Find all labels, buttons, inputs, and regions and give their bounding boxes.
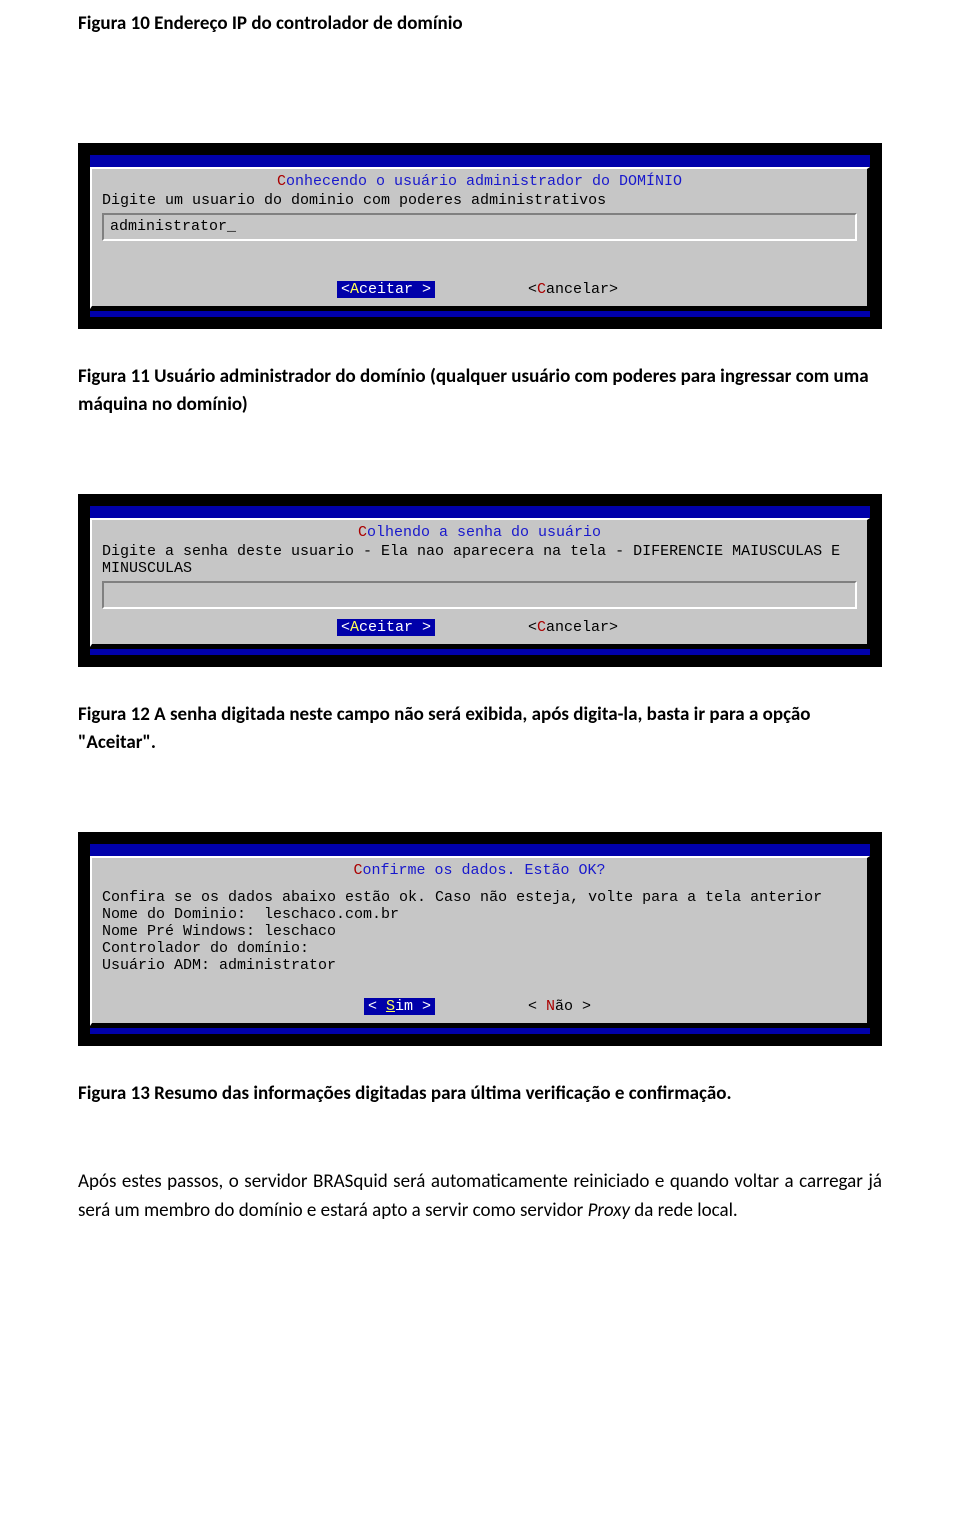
blue-bar — [90, 1028, 870, 1034]
no-button[interactable]: < Não > — [524, 998, 595, 1015]
admin-user-input[interactable]: administrator_ — [102, 213, 857, 241]
caption-fig12: Figura 12 A senha digitada neste campo n… — [0, 691, 960, 768]
dialog-title: Colhendo a senha do usuário — [102, 524, 857, 541]
cancel-button[interactable]: <Cancelar> — [524, 619, 622, 636]
terminal-dialog-1: Conhecendo o usuário administrador do DO… — [78, 143, 882, 329]
cancel-button[interactable]: <Cancelar> — [524, 281, 622, 298]
dialog-prompt: Digite um usuario do dominio com poderes… — [102, 192, 857, 209]
caption-fig13: Figura 13 Resumo das informações digitad… — [0, 1070, 960, 1119]
blue-bar — [90, 311, 870, 317]
dialog-prompt: Digite a senha deste usuario - Ela nao a… — [102, 543, 857, 577]
terminal-dialog-3: Confirme os dados. Estão OK? Confira se … — [78, 832, 882, 1046]
blue-bar — [90, 649, 870, 655]
caption-fig10: Figura 10 Endereço IP do controlador de … — [0, 0, 960, 49]
blue-bar — [90, 155, 870, 167]
blue-bar — [90, 506, 870, 518]
dialog-body: Confira se os dados abaixo estão ok. Cas… — [102, 889, 857, 974]
blue-bar — [90, 844, 870, 856]
caption-fig11: Figura 11 Usuário administrador do domín… — [0, 353, 960, 430]
accept-button[interactable]: <Aceitar > — [337, 281, 435, 298]
dialog-title: Conhecendo o usuário administrador do DO… — [102, 173, 857, 190]
yes-button[interactable]: < Sim > — [364, 998, 435, 1015]
final-paragraph: Após estes passos, o servidor BRASquid s… — [0, 1158, 960, 1235]
dialog-title: Confirme os dados. Estão OK? — [102, 862, 857, 879]
accept-button[interactable]: <Aceitar > — [337, 619, 435, 636]
terminal-dialog-2: Colhendo a senha do usuário Digite a sen… — [78, 494, 882, 667]
password-input[interactable] — [102, 581, 857, 609]
